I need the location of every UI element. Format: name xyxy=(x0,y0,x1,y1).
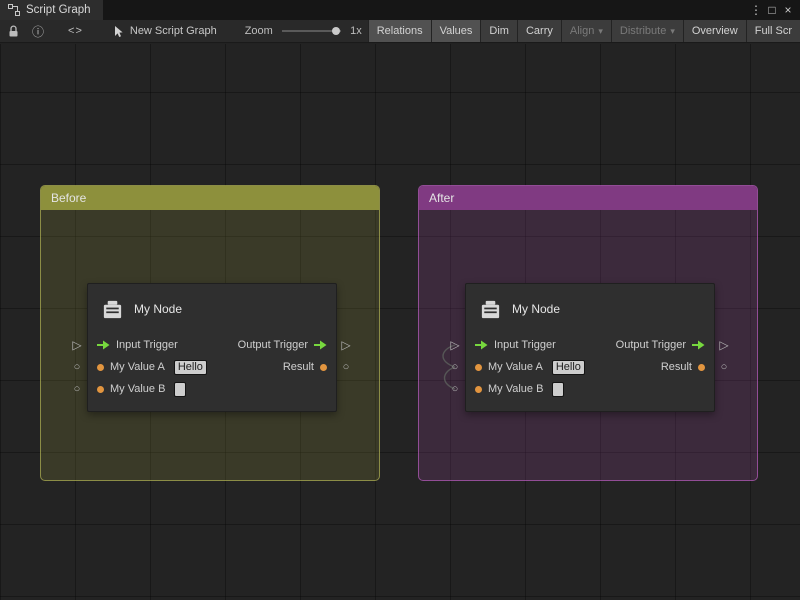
value-output-port[interactable]: ○ xyxy=(717,360,731,374)
graph-name: New Script Graph xyxy=(130,25,217,37)
result-port[interactable]: Result xyxy=(661,361,705,373)
flow-arrow-icon xyxy=(692,340,705,350)
value-a-field[interactable]: Hello xyxy=(174,360,207,375)
group-after[interactable]: After ▷ ○ ○ ▷ ○ My No xyxy=(418,185,758,481)
flow-output-port[interactable]: ▷ xyxy=(717,338,731,352)
value-input-port[interactable]: ○ xyxy=(448,360,462,374)
maximize-icon[interactable]: □ xyxy=(764,3,780,17)
value-b-field[interactable] xyxy=(552,382,564,397)
port-row: Input Trigger Output Trigger xyxy=(466,334,714,356)
port-row: My Value A Hello Result xyxy=(88,356,336,378)
flow-output-port[interactable]: ▷ xyxy=(339,338,353,352)
distribute-button[interactable]: Distribute ▾ xyxy=(611,20,683,42)
flow-arrow-icon xyxy=(314,340,327,350)
tab-bar: Script Graph ⋮ □ × xyxy=(0,0,800,20)
input-trigger-port[interactable]: Input Trigger xyxy=(97,339,178,351)
node-icon xyxy=(479,298,502,321)
zoom-slider[interactable] xyxy=(282,30,341,32)
node-my-node[interactable]: My Node Input Trigger Output Trigger xyxy=(87,283,337,412)
flow-input-port[interactable]: ▷ xyxy=(70,338,84,352)
script-graph-icon xyxy=(8,4,20,16)
node-my-node[interactable]: My Node Input Trigger Output Trigger xyxy=(465,283,715,412)
window-controls: ⋮ □ × xyxy=(748,0,800,20)
output-trigger-port[interactable]: Output Trigger xyxy=(616,339,705,351)
zoom-slider-knob[interactable] xyxy=(332,27,340,35)
tab-title: Script Graph xyxy=(26,4,91,16)
info-icon[interactable]: ⓘ xyxy=(32,23,44,40)
close-icon[interactable]: × xyxy=(780,3,796,17)
value-b-field[interactable] xyxy=(174,382,186,397)
chevron-down-icon: ▾ xyxy=(670,26,675,37)
group-after-header[interactable]: After xyxy=(419,186,757,210)
zoom-label: Zoom xyxy=(245,25,273,37)
value-dot-icon xyxy=(475,386,482,393)
value-input-port[interactable]: ○ xyxy=(70,382,84,396)
group-before-header[interactable]: Before xyxy=(41,186,379,210)
my-value-a-port[interactable]: My Value A Hello xyxy=(97,360,207,375)
fullscreen-button[interactable]: Full Scr xyxy=(746,20,800,42)
relations-button[interactable]: Relations xyxy=(368,20,431,42)
carry-button[interactable]: Carry xyxy=(517,20,561,42)
chevron-down-icon: ▾ xyxy=(598,26,603,37)
toolbar-buttons: Relations Values Dim Carry Align ▾ Distr… xyxy=(368,20,800,42)
result-port[interactable]: Result xyxy=(283,361,327,373)
value-dot-icon xyxy=(97,364,104,371)
flow-input-port[interactable]: ▷ xyxy=(448,338,462,352)
port-row: My Value A Hello Result xyxy=(466,356,714,378)
value-a-field[interactable]: Hello xyxy=(552,360,585,375)
zoom-value: 1x xyxy=(350,25,362,37)
value-input-port[interactable]: ○ xyxy=(448,382,462,396)
value-dot-icon xyxy=(475,364,482,371)
value-dot-icon xyxy=(698,364,705,371)
flow-arrow-icon xyxy=(475,340,488,350)
values-button[interactable]: Values xyxy=(431,20,481,42)
output-trigger-port[interactable]: Output Trigger xyxy=(238,339,327,351)
my-value-b-port[interactable]: My Value B xyxy=(97,382,186,397)
graph-toolbar: ⓘ <> New Script Graph Zoom 1x Relations … xyxy=(0,20,800,43)
value-dot-icon xyxy=(320,364,327,371)
node-header[interactable]: My Node xyxy=(88,284,336,334)
code-icon[interactable]: <> xyxy=(68,25,83,37)
my-value-a-port[interactable]: My Value A Hello xyxy=(475,360,585,375)
node-title: My Node xyxy=(512,302,560,316)
node-header[interactable]: My Node xyxy=(466,284,714,334)
overview-button[interactable]: Overview xyxy=(683,20,746,42)
port-row: My Value B xyxy=(466,378,714,400)
graph-picker[interactable]: New Script Graph xyxy=(113,25,217,38)
value-dot-icon xyxy=(97,386,104,393)
pointer-icon xyxy=(113,25,124,38)
node-icon xyxy=(101,298,124,321)
group-before[interactable]: Before ▷ ○ ○ ▷ ○ My Node xyxy=(40,185,380,481)
align-button[interactable]: Align ▾ xyxy=(561,20,611,42)
flow-arrow-icon xyxy=(97,340,110,350)
port-row: My Value B xyxy=(88,378,336,400)
kebab-menu-icon[interactable]: ⋮ xyxy=(748,3,764,17)
input-trigger-port[interactable]: Input Trigger xyxy=(475,339,556,351)
node-title: My Node xyxy=(134,302,182,316)
value-input-port[interactable]: ○ xyxy=(70,360,84,374)
lock-icon[interactable] xyxy=(8,25,19,38)
my-value-b-port[interactable]: My Value B xyxy=(475,382,564,397)
port-row: Input Trigger Output Trigger xyxy=(88,334,336,356)
value-output-port[interactable]: ○ xyxy=(339,360,353,374)
graph-canvas[interactable]: Before ▷ ○ ○ ▷ ○ My Node xyxy=(0,44,800,600)
dim-button[interactable]: Dim xyxy=(480,20,517,42)
tab-script-graph[interactable]: Script Graph xyxy=(0,0,103,20)
